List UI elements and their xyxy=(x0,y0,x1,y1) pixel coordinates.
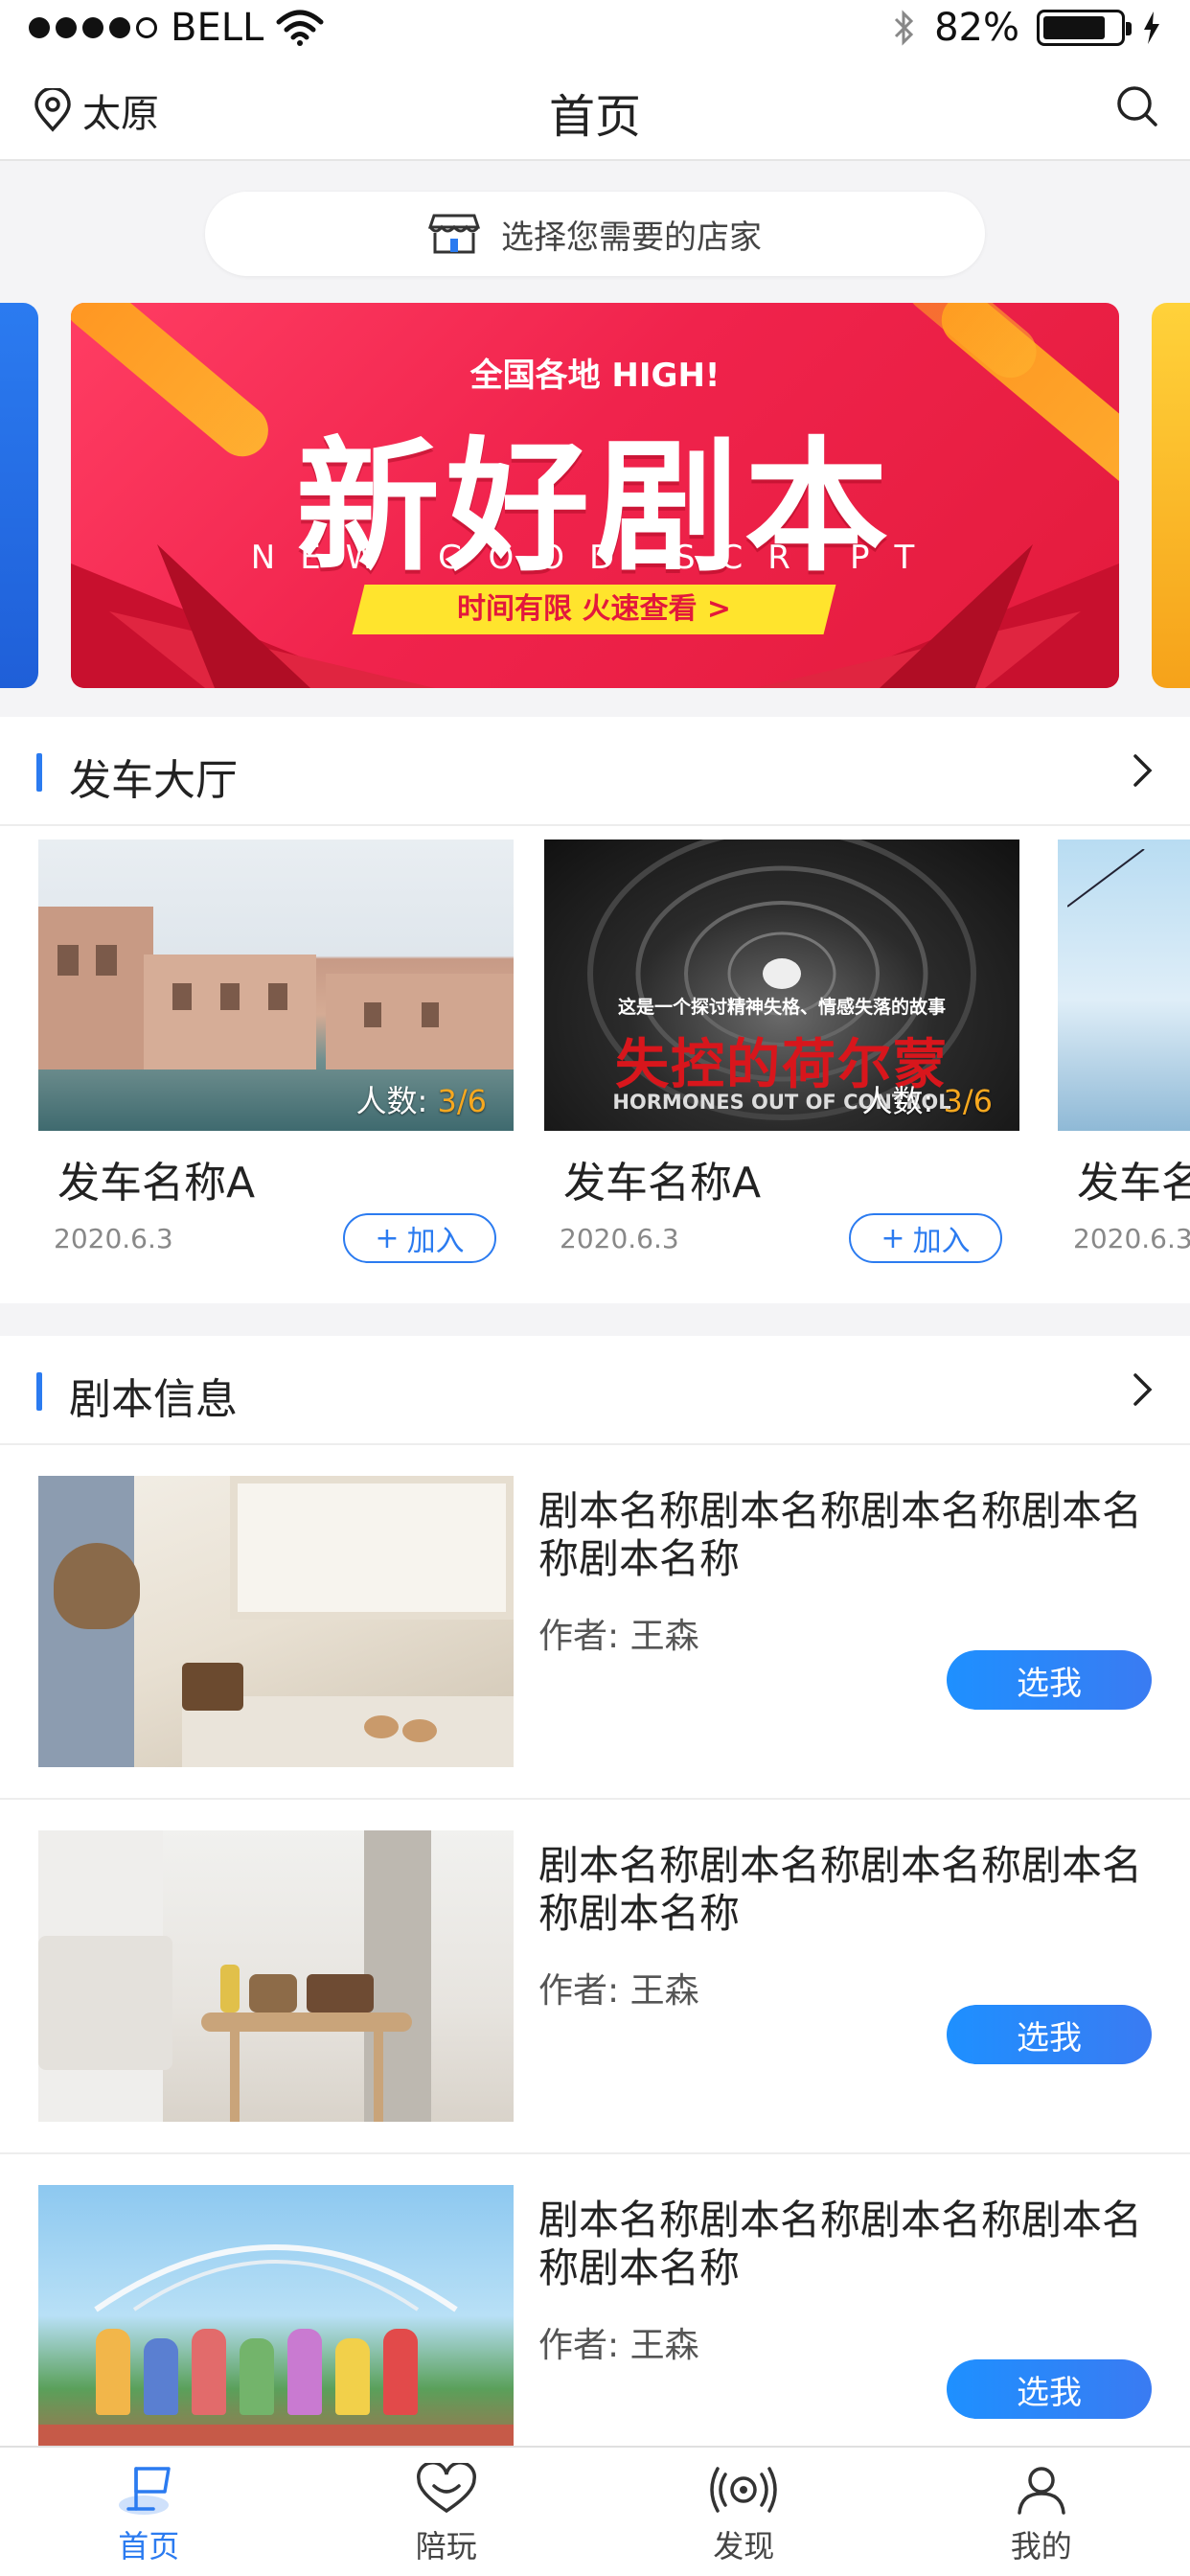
scripts-title: 剧本信息 xyxy=(69,1375,238,1424)
banner-slide[interactable]: 全国各地 HIGH! 新好剧本 NEW GOOD SCRIPT 时间有限 火速查… xyxy=(71,303,1119,688)
chevron-right-icon[interactable] xyxy=(1131,751,1156,790)
script-author-name: 王森 xyxy=(629,1971,699,2011)
script-author-label: 作者: xyxy=(538,1971,620,2011)
participant-count: 人数: 3/6 xyxy=(356,1077,487,1121)
wifi-icon xyxy=(276,10,324,46)
participant-count-label: 人数: xyxy=(861,1083,934,1119)
participant-count-value: 3/6 xyxy=(943,1083,994,1119)
departure-card[interactable]: 人数: 3/6 发车名称A 2020.6.3 + 加入 xyxy=(38,840,514,1263)
carrier-name: BELL xyxy=(171,6,264,50)
departure-name: 发车名称A xyxy=(563,1159,762,1208)
script-list-item[interactable]: 剧本名称剧本名称剧本名称剧本名称剧本名称 作者: 王森 选我 xyxy=(0,1445,1190,1800)
tab-profile-label: 我的 xyxy=(1010,2528,1072,2564)
stadium-arch xyxy=(94,2244,458,2312)
departure-card[interactable]: 这是一个探讨精神失格、情感失落的故事 失控的荷尔蒙 HORMONES OUT O… xyxy=(544,840,1019,1263)
departure-section: 发车大厅 人数: 3/6 发车名称A 2020.6.3 + 加入 这是一个探讨精… xyxy=(0,717,1190,1303)
store-selector[interactable]: 选择您需要的店家 xyxy=(205,192,985,276)
script-title: 剧本名称剧本名称剧本名称剧本名称剧本名称 xyxy=(538,1842,1143,1937)
script-title: 剧本名称剧本名称剧本名称剧本名称剧本名称 xyxy=(538,2196,1143,2291)
signal-strength-icon xyxy=(29,17,157,38)
tab-home-label: 首页 xyxy=(118,2528,180,2564)
search-icon xyxy=(1117,86,1157,126)
join-button[interactable]: + 加入 xyxy=(849,1213,1002,1263)
departure-card[interactable]: 发车名 2020.6.3 xyxy=(1058,840,1190,1254)
participant-count-value: 3/6 xyxy=(437,1083,488,1119)
banner-cta[interactable]: 时间有限 火速查看 > xyxy=(352,585,836,634)
select-button[interactable]: 选我 xyxy=(947,1650,1152,1710)
script-author: 作者: 王森 xyxy=(538,1963,699,2012)
plus-icon: + xyxy=(375,1221,400,1255)
section-accent-bar xyxy=(36,1372,42,1411)
banner-prev-slide[interactable] xyxy=(0,303,38,688)
script-author-label: 作者: xyxy=(538,1617,620,1656)
broadcast-icon xyxy=(710,2467,777,2513)
join-button-label: 加入 xyxy=(406,1225,465,1258)
banner-next-slide[interactable] xyxy=(1152,303,1190,688)
select-button[interactable]: 选我 xyxy=(947,2359,1152,2419)
departure-card-image: 这是一个探讨精神失格、情感失落的故事 失控的荷尔蒙 HORMONES OUT O… xyxy=(544,840,1019,1131)
select-button[interactable]: 选我 xyxy=(947,2005,1152,2064)
tab-bar: 首页 陪玩 发现 我的 xyxy=(0,2446,1190,2576)
tab-discover-label: 发现 xyxy=(713,2528,775,2564)
tab-discover[interactable]: 发现 xyxy=(595,2448,893,2576)
user-icon xyxy=(1018,2467,1065,2515)
departure-date: 2020.6.3 xyxy=(560,1223,679,1254)
join-button[interactable]: + 加入 xyxy=(343,1213,496,1263)
heart-icon xyxy=(416,2463,476,2514)
departure-card-image: 人数: 3/6 xyxy=(38,840,514,1131)
script-title: 剧本名称剧本名称剧本名称剧本名称剧本名称 xyxy=(538,1487,1143,1582)
nav-bar: 太原 首页 xyxy=(0,56,1190,161)
store-selector-label: 选择您需要的店家 xyxy=(501,218,762,257)
join-button-label: 加入 xyxy=(912,1225,971,1258)
script-cover-image xyxy=(38,1476,514,1767)
battery-icon xyxy=(1037,10,1132,46)
departure-date: 2020.6.3 xyxy=(1073,1223,1190,1254)
departure-header[interactable]: 发车大厅 xyxy=(0,717,1190,826)
scripts-section: 剧本信息 剧本名称剧本名称剧本名称剧本名称剧本名称 作者: 王森 选我 剧本名称… xyxy=(0,1336,1190,2476)
tab-companion[interactable]: 陪玩 xyxy=(298,2448,596,2576)
script-cover-image xyxy=(38,2185,514,2476)
script-cover-image xyxy=(38,1830,514,2122)
departure-title: 发车大厅 xyxy=(69,756,238,805)
chevron-right-icon[interactable] xyxy=(1131,1370,1156,1409)
script-author: 作者: 王森 xyxy=(538,1608,699,1658)
script-author: 作者: 王森 xyxy=(538,2317,699,2367)
script-author-label: 作者: xyxy=(538,2326,620,2365)
charging-icon xyxy=(1144,12,1159,44)
status-bar: BELL 82% xyxy=(0,0,1190,56)
scripts-header[interactable]: 剧本信息 xyxy=(0,1336,1190,1445)
battery-percent: 82% xyxy=(934,6,1019,50)
tab-profile[interactable]: 我的 xyxy=(893,2448,1190,2576)
script-list-item[interactable]: 剧本名称剧本名称剧本名称剧本名称剧本名称 作者: 王森 选我 xyxy=(0,1800,1190,2154)
banner-subtitle: NEW GOOD SCRIPT xyxy=(250,539,940,577)
store-icon xyxy=(428,214,480,254)
script-author-name: 王森 xyxy=(629,2326,699,2365)
page-title: 首页 xyxy=(548,90,641,144)
banner-tagline: 全国各地 HIGH! xyxy=(469,356,721,395)
tab-companion-label: 陪玩 xyxy=(415,2528,477,2564)
search-button[interactable] xyxy=(1115,84,1159,132)
status-right: 82% xyxy=(892,6,1161,50)
departure-name: 发车名称A xyxy=(57,1159,256,1208)
departure-card-image xyxy=(1058,840,1190,1131)
participant-count-label: 人数: xyxy=(355,1083,428,1119)
departure-date: 2020.6.3 xyxy=(54,1223,173,1254)
bluetooth-icon xyxy=(895,10,914,46)
poster-tagline: 这是一个探讨精神失格、情感失落的故事 xyxy=(617,997,946,1018)
status-left: BELL xyxy=(29,6,325,50)
home-flag-icon xyxy=(119,2467,171,2515)
banner-carousel[interactable]: 全国各地 HIGH! 新好剧本 NEW GOOD SCRIPT 时间有限 火速查… xyxy=(0,303,1190,688)
plus-icon: + xyxy=(881,1221,905,1255)
departure-list[interactable]: 人数: 3/6 发车名称A 2020.6.3 + 加入 这是一个探讨精神失格、情感… xyxy=(0,840,1190,1276)
poster-sky-line xyxy=(1067,849,1145,908)
tab-home[interactable]: 首页 xyxy=(0,2448,298,2576)
departure-name: 发车名 xyxy=(1077,1159,1190,1208)
banner-cta-label: 时间有限 火速查看 > xyxy=(456,592,732,626)
section-accent-bar xyxy=(36,753,42,792)
participant-count: 人数: 3/6 xyxy=(862,1077,993,1121)
script-author-name: 王森 xyxy=(629,1617,699,1656)
